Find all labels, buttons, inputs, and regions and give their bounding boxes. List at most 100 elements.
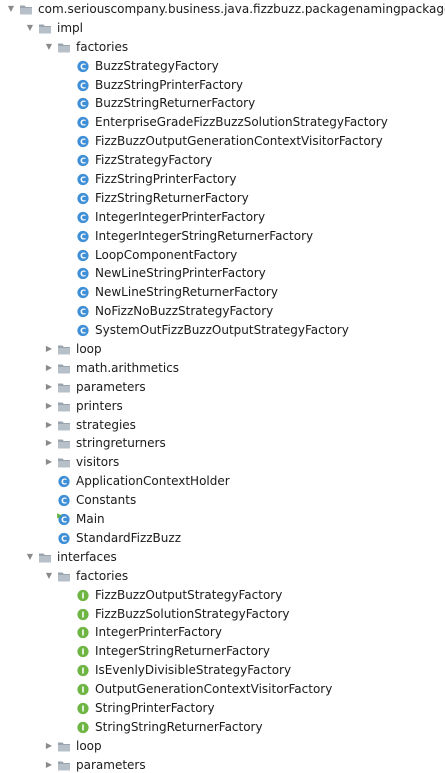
tree-node-interfaces[interactable]: ▼ interfaces [0, 548, 445, 567]
tree-node-factories[interactable]: ▼ factories [0, 38, 445, 57]
tree-node-label: math.arithmetics [76, 360, 180, 375]
tree-node-fizzbuzzsolutionstrategyfactory[interactable]: I FizzBuzzSolutionStrategyFactory [0, 605, 445, 624]
tree-node-integerprinterfactory[interactable]: I IntegerPrinterFactory [0, 623, 445, 642]
tree-node-label: LoopComponentFactory [95, 247, 238, 262]
tree-node-factories[interactable]: ▼ factories [0, 567, 445, 586]
tree-node-label: parameters [76, 757, 146, 772]
tree-node-loop[interactable]: ▶ loop [0, 340, 445, 359]
tree-node-loopcomponentfactory[interactable]: C LoopComponentFactory [0, 246, 445, 265]
tree-node-parameters[interactable]: ▶ parameters [0, 378, 445, 397]
chevron-right-icon[interactable]: ▶ [44, 453, 54, 472]
class-icon: C [76, 60, 90, 73]
tree-node-com-seriouscompany-business-java-fizzbuzz-packagenamingpackage[interactable]: ▼ com.seriouscompany.business.java.fizzbu… [0, 0, 445, 19]
svg-text:C: C [61, 534, 67, 543]
svg-text:C: C [80, 213, 86, 222]
tree-node-integerintegerstringreturnerfactory[interactable]: C IntegerIntegerStringReturnerFactory [0, 227, 445, 246]
tree-node-standardfizzbuzz[interactable]: C StandardFizzBuzz [0, 529, 445, 548]
svg-text:C: C [80, 175, 86, 184]
svg-text:C: C [80, 289, 86, 298]
tree-node-buzzstringprinterfactory[interactable]: C BuzzStringPrinterFactory [0, 76, 445, 95]
class-icon: C [76, 79, 90, 92]
folder-icon [57, 759, 71, 772]
tree-node-impl[interactable]: ▼ impl [0, 19, 445, 38]
folder-icon [38, 551, 52, 564]
tree-node-printers[interactable]: ▶ printers [0, 397, 445, 416]
tree-node-isevenlydivisiblestrategyfactory[interactable]: I IsEvenlyDivisibleStrategyFactory [0, 661, 445, 680]
chevron-right-icon[interactable]: ▶ [44, 756, 54, 773]
tree-node-label: SystemOutFizzBuzzOutputStrategyFactory [95, 323, 349, 338]
tree-node-label: Constants [76, 493, 137, 508]
chevron-down-icon[interactable]: ▼ [44, 38, 54, 57]
tree-node-applicationcontextholder[interactable]: C ApplicationContextHolder [0, 472, 445, 491]
class-icon: C [76, 116, 90, 129]
chevron-right-icon[interactable]: ▶ [44, 340, 54, 359]
svg-text:I: I [82, 591, 85, 600]
tree-node-label: impl [57, 20, 83, 35]
tree-node-label: loop [76, 738, 102, 753]
tree-node-fizzstringreturnerfactory[interactable]: C FizzStringReturnerFactory [0, 189, 445, 208]
chevron-down-icon[interactable]: ▼ [44, 567, 54, 586]
chevron-right-icon[interactable]: ▶ [44, 416, 54, 435]
tree-node-label: visitors [76, 455, 120, 470]
interface-icon: I [76, 702, 90, 715]
tree-node-enterprisegradefizzbuzzsolutionstrategyfactory[interactable]: C EnterpriseGradeFizzBuzzSolutionStrategy… [0, 113, 445, 132]
svg-text:C: C [80, 100, 86, 109]
chevron-down-icon[interactable]: ▼ [6, 0, 16, 19]
interface-icon: I [76, 664, 90, 677]
tree-node-outputgenerationcontextvisitorfactory[interactable]: I OutputGenerationContextVisitorFactory [0, 680, 445, 699]
tree-node-main[interactable]: C Main [0, 510, 445, 529]
chevron-right-icon[interactable]: ▶ [44, 378, 54, 397]
project-tree[interactable]: ▼ com.seriouscompany.business.java.fizzbu… [0, 0, 445, 773]
svg-text:C: C [80, 232, 86, 241]
tree-node-parameters[interactable]: ▶ parameters [0, 756, 445, 773]
tree-node-fizzstrategyfactory[interactable]: C FizzStrategyFactory [0, 151, 445, 170]
class-icon: C [76, 267, 90, 280]
class-icon: C [76, 286, 90, 299]
tree-node-visitors[interactable]: ▶ visitors [0, 453, 445, 472]
svg-text:I: I [82, 667, 85, 676]
interface-icon: I [76, 645, 90, 658]
svg-text:C: C [61, 515, 67, 524]
tree-node-loop[interactable]: ▶ loop [0, 737, 445, 756]
chevron-down-icon[interactable]: ▼ [25, 548, 35, 567]
tree-node-label: BuzzStringReturnerFactory [95, 96, 256, 111]
tree-node-nofizznobuzzstrategyfactory[interactable]: C NoFizzNoBuzzStrategyFactory [0, 302, 445, 321]
chevron-right-icon[interactable]: ▶ [44, 397, 54, 416]
tree-node-buzzstringreturnerfactory[interactable]: C BuzzStringReturnerFactory [0, 94, 445, 113]
chevron-right-icon[interactable]: ▶ [44, 434, 54, 453]
tree-node-stringprinterfactory[interactable]: I StringPrinterFactory [0, 699, 445, 718]
svg-text:I: I [82, 704, 85, 713]
tree-node-label: StandardFizzBuzz [76, 530, 181, 545]
tree-node-strategies[interactable]: ▶ strategies [0, 416, 445, 435]
tree-node-label: NewLineStringPrinterFactory [95, 266, 266, 281]
tree-node-fizzbuzzoutputstrategyfactory[interactable]: I FizzBuzzOutputStrategyFactory [0, 586, 445, 605]
tree-node-buzzstrategyfactory[interactable]: C BuzzStrategyFactory [0, 57, 445, 76]
tree-node-constants[interactable]: C Constants [0, 491, 445, 510]
tree-node-label: FizzBuzzSolutionStrategyFactory [95, 606, 290, 621]
tree-node-newlinestringreturnerfactory[interactable]: C NewLineStringReturnerFactory [0, 283, 445, 302]
tree-node-math-arithmetics[interactable]: ▶ math.arithmetics [0, 359, 445, 378]
folder-icon [57, 400, 71, 413]
class-icon: C [57, 475, 71, 488]
tree-node-integerstringreturnerfactory[interactable]: I IntegerStringReturnerFactory [0, 642, 445, 661]
chevron-down-icon[interactable]: ▼ [25, 19, 35, 38]
tree-node-stringstringreturnerfactory[interactable]: I StringStringReturnerFactory [0, 718, 445, 737]
tree-node-label: OutputGenerationContextVisitorFactory [95, 682, 333, 697]
folder-icon [19, 3, 33, 16]
tree-node-label: IntegerPrinterFactory [95, 625, 222, 640]
tree-node-label: FizzStringReturnerFactory [95, 190, 249, 205]
tree-node-fizzbuzzoutputgenerationcontextvisitorfactory[interactable]: C FizzBuzzOutputGenerationContextVisitorF… [0, 132, 445, 151]
tree-node-label: factories [76, 39, 129, 54]
tree-node-newlinestringprinterfactory[interactable]: C NewLineStringPrinterFactory [0, 264, 445, 283]
tree-node-stringreturners[interactable]: ▶ stringreturners [0, 434, 445, 453]
tree-node-integerintegerprinterfactory[interactable]: C IntegerIntegerPrinterFactory [0, 208, 445, 227]
tree-node-label: BuzzStringPrinterFactory [95, 77, 244, 92]
tree-node-systemoutfizzbuzzoutputstrategyfactory[interactable]: C SystemOutFizzBuzzOutputStrategyFactory [0, 321, 445, 340]
chevron-right-icon[interactable]: ▶ [44, 359, 54, 378]
tree-node-fizzstringprinterfactory[interactable]: C FizzStringPrinterFactory [0, 170, 445, 189]
class-icon: C [76, 154, 90, 167]
chevron-right-icon[interactable]: ▶ [44, 737, 54, 756]
svg-text:C: C [80, 157, 86, 166]
tree-node-label: IntegerStringReturnerFactory [95, 644, 270, 659]
tree-node-label: strategies [76, 417, 136, 432]
